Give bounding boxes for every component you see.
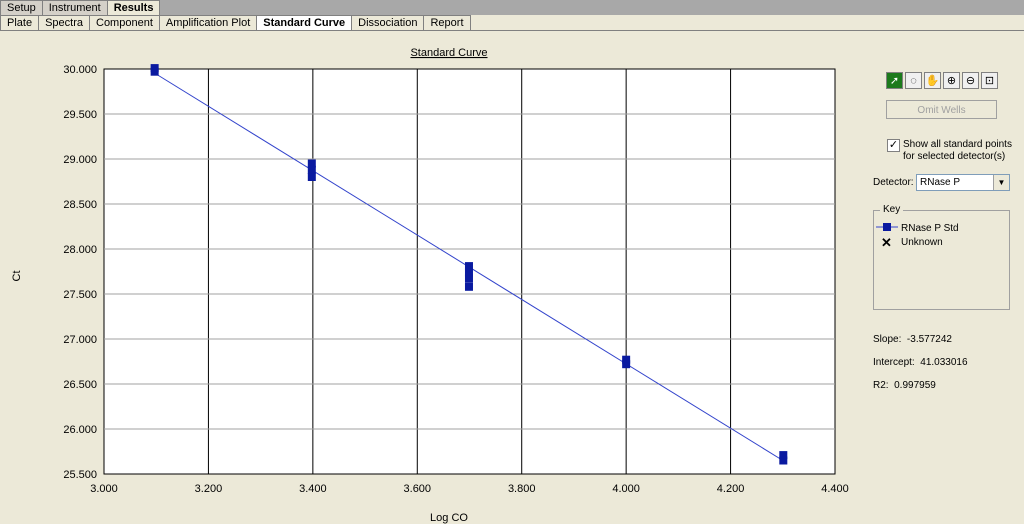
tab-instrument[interactable]: Instrument — [41, 0, 108, 15]
r2-label: R2: — [873, 380, 889, 391]
lasso-icon[interactable]: ◌ — [905, 72, 922, 89]
x-axis-label: Log CO — [430, 512, 468, 524]
show-all-label-line2: for selected detector(s) — [903, 151, 1006, 162]
y-tick-label: 26.500 — [63, 379, 97, 391]
y-tick-label: 30.000 — [63, 64, 97, 76]
show-all-checkbox[interactable]: ✓ — [887, 139, 900, 152]
x-tick-label: 4.400 — [821, 483, 849, 495]
r2-readout: R2: 0.997959 — [873, 380, 936, 391]
std-point[interactable] — [307, 173, 316, 181]
std-point[interactable] — [464, 274, 473, 283]
y-axis-label: Ct — [11, 271, 23, 282]
slope-readout: Slope: -3.577242 — [873, 334, 952, 345]
std-series-marker-icon — [876, 223, 898, 231]
x-tick-label: 3.200 — [195, 483, 223, 495]
y-tick-label: 28.000 — [63, 244, 97, 256]
key-title: Key — [880, 204, 904, 215]
x-tick-label: 4.000 — [612, 483, 640, 495]
intercept-label: Intercept: — [873, 357, 915, 368]
tab-dissociation[interactable]: Dissociation — [351, 15, 425, 30]
y-tick-label: 29.000 — [63, 154, 97, 166]
omit-wells-button[interactable]: Omit Wells — [886, 100, 997, 119]
tab-standard-curve[interactable]: Standard Curve — [256, 15, 353, 30]
detector-value: RNase P — [920, 177, 961, 188]
std-point[interactable] — [150, 67, 159, 76]
tab-amplification-plot[interactable]: Amplification Plot — [158, 15, 258, 30]
slope-label: Slope: — [873, 334, 902, 345]
y-tick-labels: 25.500 26.000 26.500 27.000 27.500 28.000 28.5… — [63, 64, 97, 481]
key-unknown-label: Unknown — [901, 237, 943, 248]
unknown-x-icon: ✕ — [881, 235, 892, 250]
x-tick-label: 4.200 — [717, 483, 745, 495]
std-point[interactable] — [622, 360, 631, 369]
tab-setup[interactable]: Setup — [0, 0, 43, 15]
select-arrow-icon[interactable]: ➚ — [886, 72, 903, 89]
chart-title: Standard Curve — [410, 47, 487, 59]
intercept-readout: Intercept: 41.033016 — [873, 357, 968, 368]
y-tick-label: 27.500 — [63, 289, 97, 301]
std-point[interactable] — [779, 456, 788, 465]
x-tick-label: 3.600 — [404, 483, 432, 495]
standard-curve-chart: Standard Curve 3.000 3.200 3.400 3.600 3.800… — [11, 47, 849, 524]
y-tick-label: 25.500 — [63, 469, 97, 481]
top-tab-row: Setup Instrument Results — [0, 0, 1024, 15]
tab-report[interactable]: Report — [423, 15, 471, 30]
tab-spectra[interactable]: Spectra — [38, 15, 90, 30]
y-tick-label: 27.000 — [63, 334, 97, 346]
detector-select[interactable]: RNase P ▼ — [916, 174, 1010, 191]
zoom-in-icon[interactable]: ⊕ — [943, 72, 960, 89]
slope-value: -3.577242 — [906, 334, 952, 345]
intercept-value: 41.033016 — [920, 357, 968, 368]
y-tick-label: 29.500 — [63, 109, 97, 121]
y-tick-label: 26.000 — [63, 424, 97, 436]
detector-label: Detector: — [873, 177, 914, 188]
x-tick-label: 3.800 — [508, 483, 536, 495]
zoom-fit-icon[interactable]: ⊡ — [981, 72, 998, 89]
x-tick-label: 3.400 — [299, 483, 327, 495]
r2-value: 0.997959 — [894, 380, 936, 391]
y-tick-label: 28.500 — [63, 199, 97, 211]
tab-results[interactable]: Results — [106, 0, 161, 15]
tab-plate[interactable]: Plate — [0, 15, 40, 30]
tab-component[interactable]: Component — [89, 15, 160, 30]
zoom-out-icon[interactable]: ⊖ — [962, 72, 979, 89]
results-tab-row: Plate Spectra Component Amplification Plot S… — [0, 15, 1024, 31]
chevron-down-icon[interactable]: ▼ — [993, 175, 1009, 190]
show-all-label-line1: Show all standard points — [903, 139, 1012, 150]
x-tick-labels: 3.000 3.200 3.400 3.600 3.800 4.000 4.200 4.400 — [90, 483, 849, 495]
std-point[interactable] — [464, 282, 473, 291]
key-std-label: RNase P Std — [901, 223, 959, 234]
hand-pan-icon[interactable]: ✋ — [924, 72, 941, 89]
std-point[interactable] — [307, 165, 316, 174]
x-tick-label: 3.000 — [90, 483, 118, 495]
